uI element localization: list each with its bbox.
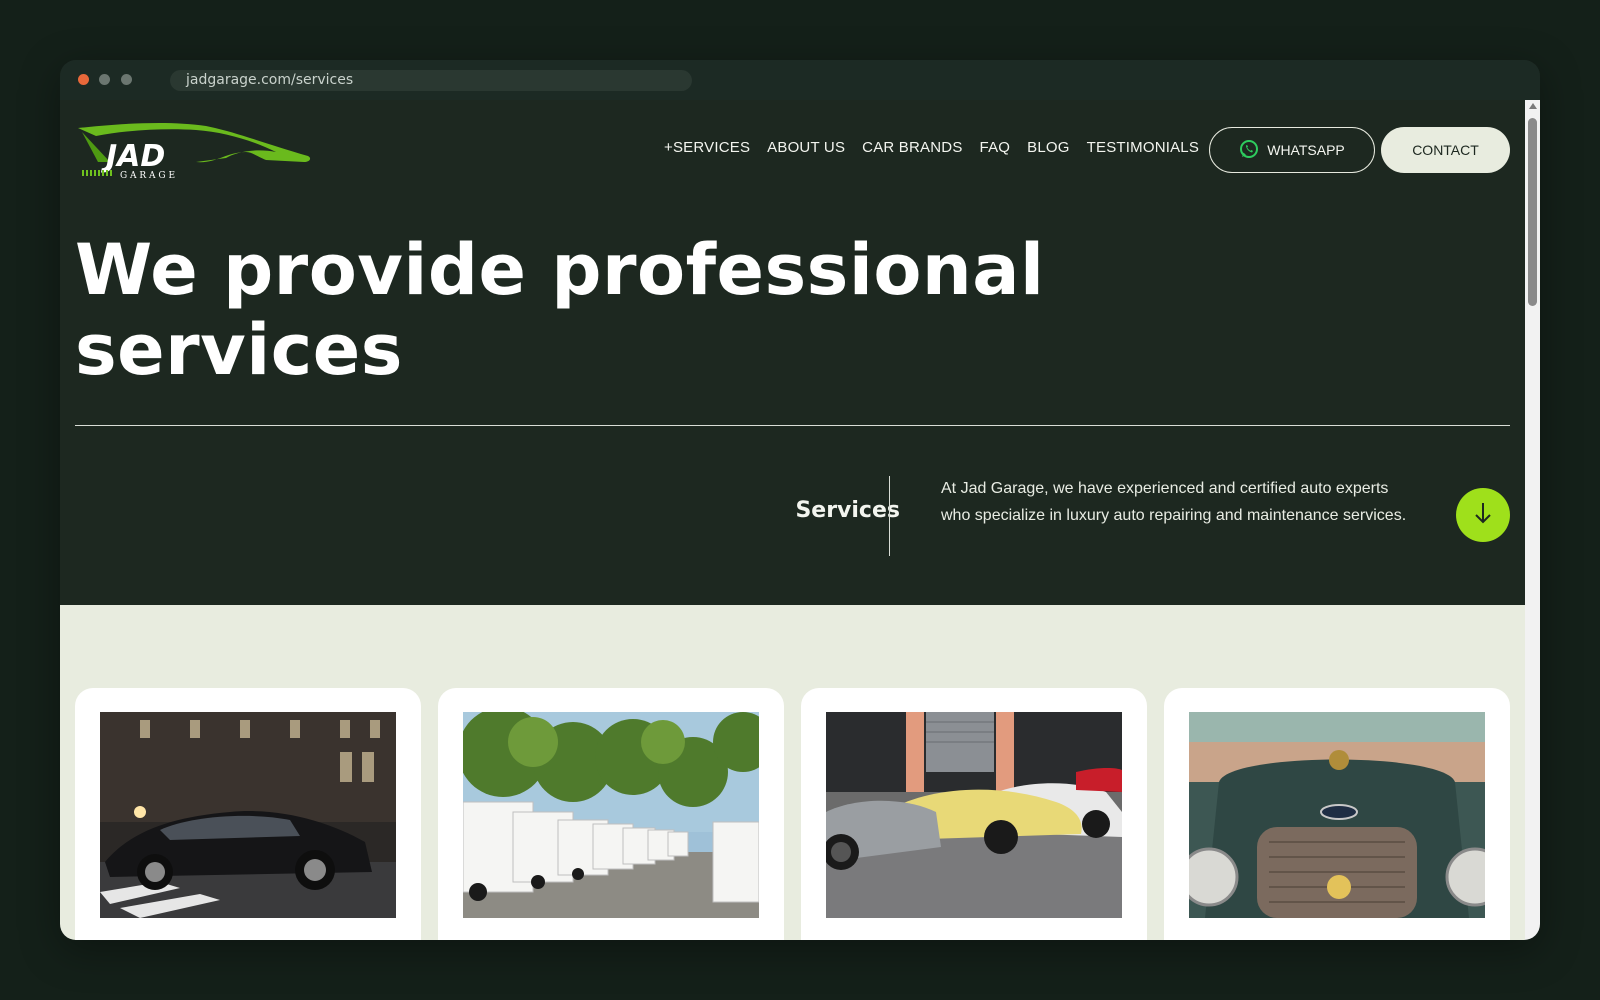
page-viewport: JAD G A R A G E +SERVICES ABOUT US CAR B… [60, 100, 1525, 940]
logo-subtext: G A R A G E [120, 171, 175, 180]
browser-window: jadgarage.com/services JAD G A R A G E +… [60, 60, 1540, 940]
service-card[interactable] [75, 688, 421, 940]
maximize-window-button[interactable] [121, 74, 132, 85]
section-label: Services [795, 498, 900, 523]
page-title-line-1: We provide professional [75, 229, 1045, 311]
main-nav: +SERVICES ABOUT US CAR BRANDS FAQ BLOG T… [664, 136, 1216, 160]
service-card[interactable] [1164, 688, 1510, 940]
logo-wordmark: JAD [101, 139, 165, 174]
black-sedan-photo [100, 712, 396, 918]
logo-graphic: JAD G A R A G E [78, 122, 311, 181]
nav-about-us[interactable]: ABOUT US [767, 136, 845, 160]
hero-divider [75, 425, 1510, 426]
page-scrollbar[interactable] [1525, 100, 1540, 940]
minimize-window-button[interactable] [99, 74, 110, 85]
scrollbar-thumb[interactable] [1528, 118, 1537, 306]
nav-blog[interactable]: BLOG [1027, 136, 1069, 160]
whatsapp-button[interactable]: WHATSAPP [1209, 127, 1375, 173]
services-grid-section [60, 605, 1525, 940]
white-vans-photo [463, 712, 759, 918]
page-title: We provide professional services [75, 230, 1075, 390]
nav-testimonials[interactable]: TESTIMONIALS [1087, 136, 1199, 160]
vertical-divider [889, 476, 890, 556]
nav-car-brands[interactable]: CAR BRANDS [862, 136, 962, 160]
nav-services[interactable]: +SERVICES [664, 136, 750, 160]
scroll-down-button[interactable] [1456, 488, 1510, 542]
intro-paragraph: At Jad Garage, we have experienced and c… [941, 480, 1407, 524]
vintage-car-grille-photo [1189, 712, 1485, 918]
page-title-line-2: services [75, 309, 403, 391]
browser-titlebar: jadgarage.com/services [60, 60, 1540, 100]
service-card[interactable] [438, 688, 784, 940]
service-card[interactable] [801, 688, 1147, 940]
whatsapp-label: WHATSAPP [1267, 142, 1345, 158]
whatsapp-icon [1239, 139, 1259, 162]
arrow-down-icon [1472, 500, 1494, 530]
close-window-button[interactable] [78, 74, 89, 85]
scroll-up-arrow-icon[interactable] [1529, 103, 1537, 109]
contact-button[interactable]: CONTACT [1381, 127, 1510, 173]
address-bar[interactable]: jadgarage.com/services [170, 70, 692, 91]
jad-garage-logo[interactable]: JAD G A R A G E [76, 122, 316, 181]
nav-faq[interactable]: FAQ [980, 136, 1011, 160]
sports-cars-photo [826, 712, 1122, 918]
